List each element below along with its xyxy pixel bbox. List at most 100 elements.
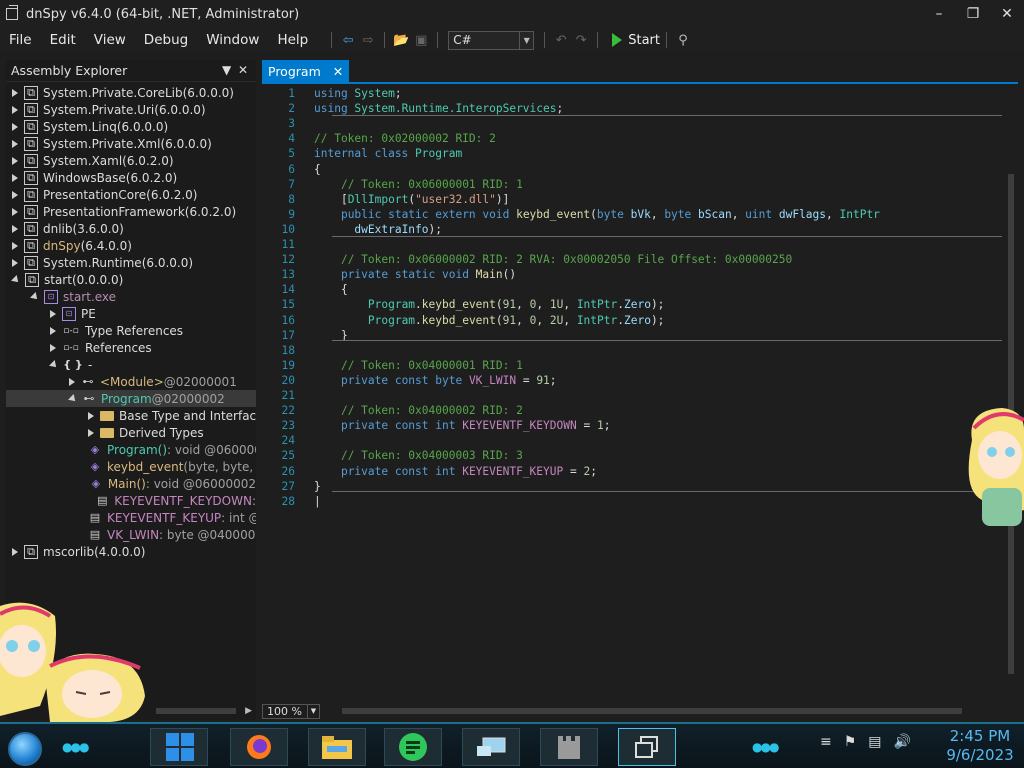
scroll-right-icon[interactable]: ▶	[245, 706, 252, 716]
tree-node[interactable]: ◈ Program() : void @0600000	[6, 441, 256, 458]
navigate-forward-icon[interactable]: ⇨	[358, 30, 378, 50]
menu-edit[interactable]: Edit	[41, 32, 85, 48]
maximize-button[interactable]: ❐	[956, 0, 990, 28]
tree-node[interactable]: Derived Types	[6, 424, 256, 441]
expand-arrow-icon[interactable]	[88, 428, 94, 437]
tree-node[interactable]: ▤ KEYEVENTF_KEYUP : int @	[6, 509, 256, 526]
save-icon[interactable]: ▣	[411, 30, 431, 50]
tree-node[interactable]: ⊷ <Module> @02000001	[6, 373, 256, 390]
tree-node[interactable]: ◈ Main() : void @06000002	[6, 475, 256, 492]
remote-desktop-icon[interactable]	[471, 730, 511, 764]
minimize-button[interactable]: –	[922, 0, 956, 28]
code-line: 20 private const byte VK_LWIN = 91;	[262, 373, 1002, 388]
file-explorer-icon[interactable]	[317, 730, 357, 764]
task-view-icon[interactable]	[627, 730, 667, 764]
collapse-arrow-icon[interactable]	[49, 359, 59, 370]
expand-arrow-icon[interactable]	[12, 547, 18, 556]
volume-icon[interactable]: 🔊	[894, 734, 911, 750]
navigate-back-icon[interactable]: ⇦	[338, 30, 358, 50]
open-file-icon[interactable]: 📂	[391, 30, 411, 50]
notepad-icon[interactable]	[393, 730, 433, 764]
tree-node[interactable]: ⧉ System.Private.CoreLib (6.0.0.0)	[6, 84, 256, 101]
tree-node[interactable]: ▫-▫ References	[6, 339, 256, 356]
tree-node[interactable]: ⊡ PE	[6, 305, 256, 322]
expand-arrow-icon[interactable]	[88, 411, 94, 420]
castle-icon[interactable]	[549, 730, 589, 764]
redo-icon[interactable]: ↷	[571, 30, 591, 50]
language-select[interactable]: C# ▼	[448, 30, 535, 50]
tree-node[interactable]: Base Type and Interfaces	[6, 407, 256, 424]
menu-help[interactable]: Help	[268, 32, 317, 48]
tree-node[interactable]: ⧉ PresentationFramework (6.0.2.0)	[6, 203, 256, 220]
tree-node[interactable]: ▤ VK_LWIN : byte @0400000	[6, 526, 256, 543]
expand-arrow-icon[interactable]	[12, 156, 18, 165]
panel-menu-icon[interactable]: ▼	[222, 63, 231, 77]
tree-node[interactable]: ▤ KEYEVENTF_KEYDOWN :	[6, 492, 256, 509]
tree-node[interactable]: ⧉ System.Xaml (6.0.2.0)	[6, 152, 256, 169]
expand-arrow-icon[interactable]	[12, 88, 18, 97]
expand-arrow-icon[interactable]	[12, 224, 18, 233]
tree-node-label: KEYEVENTF_KEYUP	[107, 510, 222, 525]
tree-node[interactable]: ◈ keybd_event(byte, byte, u	[6, 458, 256, 475]
tree-node[interactable]: ⊷ Program @02000002	[6, 390, 256, 407]
expand-arrow-icon[interactable]	[12, 139, 18, 148]
tab-program[interactable]: Program ✕	[262, 60, 350, 82]
line-number: 1	[288, 87, 295, 100]
tree-node[interactable]: ⧉ System.Runtime (6.0.0.0)	[6, 254, 256, 271]
start-debugging-button[interactable]: Start	[612, 33, 660, 48]
tree-node[interactable]: ▫-▫ Type References	[6, 322, 256, 339]
code-editor[interactable]: 1 using System; 2 using System.Runtime.Inte…	[262, 82, 1018, 702]
menu-lines-icon[interactable]: ≡	[820, 734, 832, 750]
code-line: 5 internal class Program	[262, 146, 1002, 161]
collapse-arrow-icon[interactable]	[30, 291, 40, 302]
tree-node[interactable]: ⧉ WindowsBase (6.0.2.0)	[6, 169, 256, 186]
expand-arrow-icon[interactable]	[50, 326, 56, 335]
tree-node[interactable]: ⧉ System.Private.Xml (6.0.0.0)	[6, 135, 256, 152]
start-menu-button[interactable]	[8, 732, 42, 766]
expand-arrow-icon[interactable]	[12, 173, 18, 182]
windows-store-icon[interactable]	[160, 730, 200, 764]
close-button[interactable]: ✕	[990, 0, 1024, 28]
tab-close-icon[interactable]: ✕	[333, 64, 343, 79]
system-clock[interactable]: 2:45 PM 9/6/2023	[940, 727, 1020, 765]
collapse-arrow-icon[interactable]	[68, 393, 78, 404]
undo-icon[interactable]: ↶	[551, 30, 571, 50]
expand-arrow-icon[interactable]	[12, 258, 18, 267]
menu-view[interactable]: View	[85, 32, 135, 48]
menu-debug[interactable]: Debug	[135, 32, 197, 48]
scrollbar-thumb[interactable]	[156, 708, 236, 714]
tree-node[interactable]: ⧉ mscorlib (4.0.0.0)	[6, 543, 256, 560]
expand-arrow-icon[interactable]	[50, 309, 56, 318]
expand-arrow-icon[interactable]	[12, 122, 18, 131]
panel-close-icon[interactable]: ✕	[238, 63, 248, 77]
flag-icon[interactable]: ⚑	[844, 734, 857, 750]
tree-node[interactable]: ⧉ start (0.0.0.0)	[6, 271, 256, 288]
tree-node[interactable]: { } -	[6, 356, 256, 373]
code-token: =	[563, 464, 584, 478]
firefox-icon[interactable]	[239, 730, 279, 764]
editor-vertical-scrollbar[interactable]	[1004, 84, 1018, 684]
tree-node-detail: (6.0.2.0)	[125, 170, 178, 185]
network-icon[interactable]: ▤	[868, 734, 881, 750]
tree-node-label: -	[88, 357, 93, 372]
menu-file[interactable]: File	[0, 32, 41, 48]
zoom-select[interactable]: 100 % ▼	[262, 703, 320, 719]
tree-node[interactable]: ⧉ dnSpy (6.4.0.0)	[6, 237, 256, 254]
tree-node[interactable]: ⊡ start.exe	[6, 288, 256, 305]
editor-horizontal-scrollbar[interactable]	[342, 708, 962, 714]
expand-arrow-icon[interactable]	[12, 105, 18, 114]
collapse-arrow-icon[interactable]	[11, 274, 21, 285]
expand-arrow-icon[interactable]	[12, 190, 18, 199]
tree-node[interactable]: ⧉ System.Linq (6.0.0.0)	[6, 118, 256, 135]
expand-arrow-icon[interactable]	[12, 241, 18, 250]
expand-arrow-icon[interactable]	[50, 343, 56, 352]
expand-arrow-icon[interactable]	[12, 207, 18, 216]
menu-window[interactable]: Window	[197, 32, 268, 48]
code-token: ,	[536, 313, 550, 327]
tree-node[interactable]: ⧉ System.Private.Uri (6.0.0.0)	[6, 101, 256, 118]
tree-node[interactable]: ⧉ dnlib (3.6.0.0)	[6, 220, 256, 237]
tree-node[interactable]: ⧉ PresentationCore (6.0.2.0)	[6, 186, 256, 203]
expand-arrow-icon[interactable]	[69, 377, 75, 386]
search-icon[interactable]: ⚲	[673, 30, 693, 50]
